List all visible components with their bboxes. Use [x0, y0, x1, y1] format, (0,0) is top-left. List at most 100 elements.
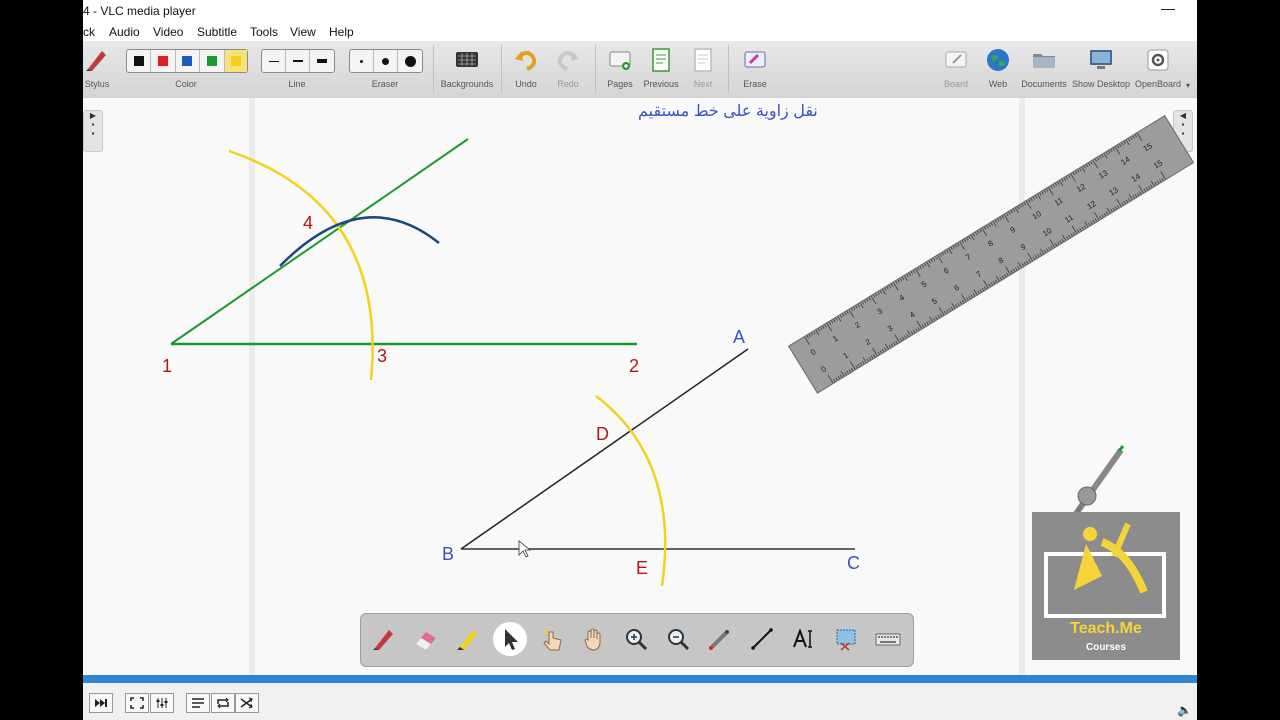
- ruler-tick: [968, 295, 971, 299]
- ruler-tick: [1048, 187, 1054, 196]
- ruler-tick: [839, 314, 843, 318]
- ruler-tick: [986, 225, 989, 229]
- ruler-tick: [1125, 199, 1129, 203]
- loop-icon: [217, 697, 229, 709]
- ruler-tick: [1110, 149, 1113, 153]
- line-tool-button[interactable]: [745, 622, 779, 656]
- zoom-out-button[interactable]: [661, 622, 695, 656]
- ruler-tick: [910, 271, 914, 275]
- ruler-tick: [948, 248, 953, 254]
- ruler-tick: [919, 266, 922, 270]
- ruler-tick: [1039, 192, 1042, 196]
- ruler-tick: [1160, 171, 1166, 180]
- ruler-tick: [1119, 143, 1122, 147]
- select-tool-button[interactable]: [493, 622, 527, 656]
- seek-bar[interactable]: [83, 675, 1197, 683]
- ruler-tick: [906, 274, 909, 278]
- ruler-tick: [1034, 255, 1038, 259]
- ruler-tick: [937, 255, 943, 264]
- ruler-tick: [1081, 226, 1084, 230]
- zoom-in-button[interactable]: [619, 622, 653, 656]
- ruler-tick: [842, 313, 845, 317]
- ruler-tick: [817, 328, 820, 332]
- ruler-tick: [910, 331, 914, 335]
- hand-tool-button[interactable]: [577, 622, 611, 656]
- ruler-tick: [916, 320, 922, 329]
- ruler-tick: [1099, 156, 1102, 160]
- ruler-tick: [1046, 248, 1049, 252]
- keyboard-button[interactable]: [871, 622, 905, 656]
- ruler-tick: [990, 222, 993, 226]
- ruler-tick: [1112, 147, 1115, 151]
- ruler-tick: [893, 342, 896, 346]
- ruler-tick: [992, 281, 996, 285]
- ruler-tick: [833, 378, 836, 382]
- eraser-tool-button[interactable]: [409, 622, 443, 656]
- ruler-tick: [1145, 187, 1149, 191]
- ruler-tick: [899, 338, 903, 342]
- ruler-tick: [1059, 240, 1062, 244]
- ruler-tick: [938, 307, 945, 316]
- volume-icon[interactable]: 🔈: [1177, 703, 1192, 717]
- fullscreen-button[interactable]: [125, 693, 149, 713]
- ruler-tick: [957, 242, 960, 246]
- ruler-tick: [1125, 139, 1130, 146]
- ruler-tick: [870, 355, 874, 359]
- line-tool-icon: [751, 628, 773, 650]
- ruler-tick: [1108, 150, 1111, 154]
- interact-tool-icon: [542, 628, 562, 651]
- ruler-tick: [1148, 185, 1151, 189]
- ruler-tick: [995, 279, 998, 283]
- ruler-tick: [977, 230, 980, 234]
- loop-button[interactable]: [211, 693, 235, 713]
- ruler-tick: [1090, 221, 1093, 225]
- ruler-tick: [1061, 179, 1064, 183]
- logo-graphic: [1044, 522, 1166, 618]
- ruler-tick: [1136, 132, 1143, 142]
- ruler-tick: [1037, 194, 1041, 200]
- ruler-tick: [1068, 175, 1071, 179]
- ruler-tick: [813, 331, 816, 335]
- ruler-tick: [1028, 259, 1031, 263]
- ruler-tick: [1041, 191, 1044, 195]
- ruler-tick: [1088, 222, 1091, 226]
- ruler-tick: [1003, 274, 1007, 278]
- keyboard-icon: [875, 633, 901, 646]
- ruler-tick: [955, 244, 958, 248]
- ruler-tick: [890, 343, 894, 347]
- ruler-tick: [1123, 141, 1126, 145]
- ruler-tick: [1028, 199, 1031, 203]
- ruler-number: 8: [986, 238, 995, 248]
- next-media-button[interactable]: [89, 693, 113, 713]
- ruler-tick: [884, 343, 889, 350]
- label-E: E: [636, 558, 648, 578]
- ruler-tick: [839, 374, 843, 378]
- label-4: 4: [303, 213, 313, 233]
- capture-tool-button[interactable]: [829, 622, 863, 656]
- ruler-tick: [857, 363, 860, 367]
- shuffle-button[interactable]: [235, 693, 259, 713]
- ruler-tick: [929, 316, 934, 323]
- ruler-tick: [948, 308, 951, 312]
- ruler-tick: [988, 223, 991, 227]
- ruler-tick: [972, 233, 976, 237]
- ruler-tick: [864, 300, 867, 304]
- ruler-tick: [826, 323, 832, 332]
- ruler-tick: [862, 361, 865, 365]
- ruler-tick: [1112, 207, 1115, 211]
- ruler-tick: [1128, 198, 1131, 202]
- ruler-tick: [952, 245, 956, 249]
- ruler-tick: [983, 226, 987, 230]
- label-3: 3: [377, 346, 387, 366]
- pen-tool-button[interactable]: [367, 622, 401, 656]
- laser-pointer-button[interactable]: [703, 622, 737, 656]
- ruler-tick: [928, 260, 931, 264]
- ruler-tick: [961, 240, 965, 244]
- ruler-tick: [995, 219, 998, 223]
- interact-tool-button[interactable]: [535, 622, 569, 656]
- extended-settings-button[interactable]: [150, 693, 174, 713]
- ruler-tick: [866, 358, 869, 362]
- text-tool-button[interactable]: [787, 622, 821, 656]
- playlist-button[interactable]: [186, 693, 210, 713]
- highlighter-tool-button[interactable]: [451, 622, 485, 656]
